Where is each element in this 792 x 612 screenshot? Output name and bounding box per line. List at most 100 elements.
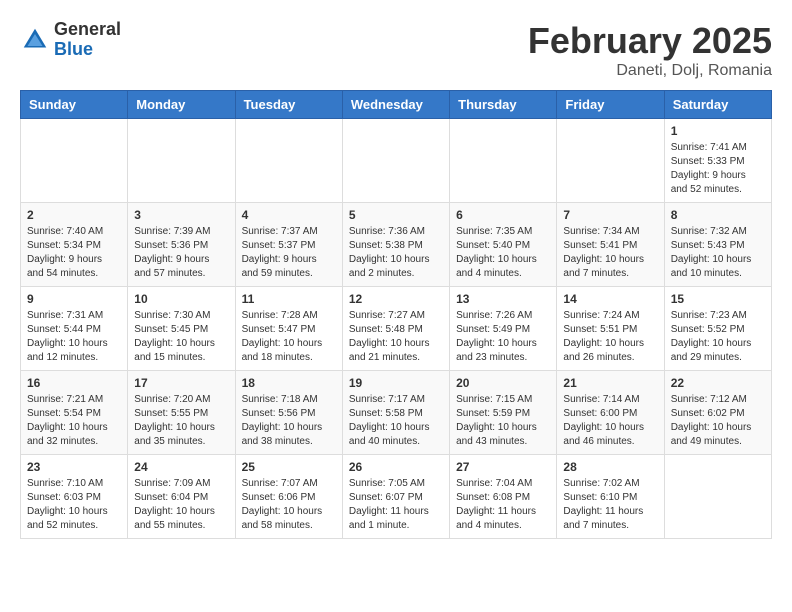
calendar-cell: 25 Sunrise: 7:07 AM Sunset: 6:06 PM Dayli… — [235, 455, 342, 539]
day-number: 9 — [27, 292, 121, 306]
calendar-cell — [235, 119, 342, 203]
weekday-header-monday: Monday — [128, 91, 235, 119]
day-info: Sunrise: 7:23 AM Sunset: 5:52 PM Dayligh… — [671, 309, 765, 365]
day-info: Sunrise: 7:26 AM Sunset: 5:49 PM Dayligh… — [456, 309, 550, 365]
calendar-cell: 18 Sunrise: 7:18 AM Sunset: 5:56 PM Dayli… — [235, 371, 342, 455]
calendar-cell — [664, 455, 771, 539]
calendar-cell: 24 Sunrise: 7:09 AM Sunset: 6:04 PM Dayli… — [128, 455, 235, 539]
day-number: 19 — [349, 376, 443, 390]
calendar-cell: 6Sunrise: 7:35 AM Sunset: 5:40 PM Daylig… — [450, 203, 557, 287]
day-info: Sunrise: 7:02 AM Sunset: 6:10 PM Dayligh… — [563, 477, 657, 533]
calendar-cell: 1 Sunrise: 7:41 AM Sunset: 5:33 PM Daylig… — [664, 119, 771, 203]
calendar-cell: 26 Sunrise: 7:05 AM Sunset: 6:07 PM Dayli… — [342, 455, 449, 539]
day-number: 24 — [134, 460, 228, 474]
calendar-cell: 28 Sunrise: 7:02 AM Sunset: 6:10 PM Dayli… — [557, 455, 664, 539]
day-info: Sunrise: 7:30 AM Sunset: 5:45 PM Dayligh… — [134, 309, 228, 365]
day-info: Sunrise: 7:40 AM Sunset: 5:34 PM Dayligh… — [27, 225, 121, 281]
day-info: Sunrise: 7:37 AM Sunset: 5:37 PM Dayligh… — [242, 225, 336, 281]
calendar-week-row: 2Sunrise: 7:40 AM Sunset: 5:34 PM Daylig… — [21, 203, 772, 287]
day-info: Sunrise: 7:09 AM Sunset: 6:04 PM Dayligh… — [134, 477, 228, 533]
calendar-cell: 10 Sunrise: 7:30 AM Sunset: 5:45 PM Dayli… — [128, 287, 235, 371]
day-info: Sunrise: 7:31 AM Sunset: 5:44 PM Dayligh… — [27, 309, 121, 365]
weekday-header-thursday: Thursday — [450, 91, 557, 119]
day-number: 21 — [563, 376, 657, 390]
calendar-cell: 16 Sunrise: 7:21 AM Sunset: 5:54 PM Dayli… — [21, 371, 128, 455]
day-info: Sunrise: 7:18 AM Sunset: 5:56 PM Dayligh… — [242, 393, 336, 449]
day-info: Sunrise: 7:21 AM Sunset: 5:54 PM Dayligh… — [27, 393, 121, 449]
calendar-cell: 3 Sunrise: 7:39 AM Sunset: 5:36 PM Daylig… — [128, 203, 235, 287]
calendar-cell: 2Sunrise: 7:40 AM Sunset: 5:34 PM Daylig… — [21, 203, 128, 287]
day-info: Sunrise: 7:12 AM Sunset: 6:02 PM Dayligh… — [671, 393, 765, 449]
day-info: Sunrise: 7:10 AM Sunset: 6:03 PM Dayligh… — [27, 477, 121, 533]
weekday-header-saturday: Saturday — [664, 91, 771, 119]
calendar-cell — [450, 119, 557, 203]
day-number: 18 — [242, 376, 336, 390]
weekday-header-wednesday: Wednesday — [342, 91, 449, 119]
calendar-cell: 4 Sunrise: 7:37 AM Sunset: 5:37 PM Daylig… — [235, 203, 342, 287]
day-info: Sunrise: 7:39 AM Sunset: 5:36 PM Dayligh… — [134, 225, 228, 281]
weekday-header-friday: Friday — [557, 91, 664, 119]
day-info: Sunrise: 7:34 AM Sunset: 5:41 PM Dayligh… — [563, 225, 657, 281]
calendar-cell: 13 Sunrise: 7:26 AM Sunset: 5:49 PM Dayli… — [450, 287, 557, 371]
calendar-cell — [128, 119, 235, 203]
logo-blue: Blue — [54, 40, 121, 60]
calendar-cell: 27Sunrise: 7:04 AM Sunset: 6:08 PM Dayli… — [450, 455, 557, 539]
calendar-cell — [21, 119, 128, 203]
day-info: Sunrise: 7:07 AM Sunset: 6:06 PM Dayligh… — [242, 477, 336, 533]
weekday-header-tuesday: Tuesday — [235, 91, 342, 119]
calendar-cell: 8 Sunrise: 7:32 AM Sunset: 5:43 PM Daylig… — [664, 203, 771, 287]
day-info: Sunrise: 7:05 AM Sunset: 6:07 PM Dayligh… — [349, 477, 443, 533]
day-number: 28 — [563, 460, 657, 474]
day-info: Sunrise: 7:28 AM Sunset: 5:47 PM Dayligh… — [242, 309, 336, 365]
day-info: Sunrise: 7:36 AM Sunset: 5:38 PM Dayligh… — [349, 225, 443, 281]
day-info: Sunrise: 7:41 AM Sunset: 5:33 PM Dayligh… — [671, 141, 765, 197]
day-number: 20 — [456, 376, 550, 390]
day-number: 8 — [671, 208, 765, 222]
day-info: Sunrise: 7:32 AM Sunset: 5:43 PM Dayligh… — [671, 225, 765, 281]
weekday-header-sunday: Sunday — [21, 91, 128, 119]
day-number: 11 — [242, 292, 336, 306]
calendar-cell: 12Sunrise: 7:27 AM Sunset: 5:48 PM Dayli… — [342, 287, 449, 371]
day-number: 6 — [456, 208, 550, 222]
logo-general: General — [54, 20, 121, 40]
calendar-week-row: 23 Sunrise: 7:10 AM Sunset: 6:03 PM Dayli… — [21, 455, 772, 539]
calendar-cell: 5 Sunrise: 7:36 AM Sunset: 5:38 PM Daylig… — [342, 203, 449, 287]
calendar-cell: 9 Sunrise: 7:31 AM Sunset: 5:44 PM Daylig… — [21, 287, 128, 371]
day-number: 23 — [27, 460, 121, 474]
calendar-cell: 23 Sunrise: 7:10 AM Sunset: 6:03 PM Dayli… — [21, 455, 128, 539]
calendar-week-row: 16 Sunrise: 7:21 AM Sunset: 5:54 PM Dayli… — [21, 371, 772, 455]
day-info: Sunrise: 7:20 AM Sunset: 5:55 PM Dayligh… — [134, 393, 228, 449]
logo-text: General Blue — [54, 20, 121, 60]
day-info: Sunrise: 7:27 AM Sunset: 5:48 PM Dayligh… — [349, 309, 443, 365]
calendar-cell — [557, 119, 664, 203]
day-number: 14 — [563, 292, 657, 306]
day-info: Sunrise: 7:24 AM Sunset: 5:51 PM Dayligh… — [563, 309, 657, 365]
day-number: 17 — [134, 376, 228, 390]
title-block: February 2025 Daneti, Dolj, Romania — [528, 20, 772, 80]
day-number: 3 — [134, 208, 228, 222]
day-info: Sunrise: 7:14 AM Sunset: 6:00 PM Dayligh… — [563, 393, 657, 449]
day-number: 26 — [349, 460, 443, 474]
day-number: 7 — [563, 208, 657, 222]
day-info: Sunrise: 7:17 AM Sunset: 5:58 PM Dayligh… — [349, 393, 443, 449]
calendar-cell: 7 Sunrise: 7:34 AM Sunset: 5:41 PM Daylig… — [557, 203, 664, 287]
calendar-cell: 19 Sunrise: 7:17 AM Sunset: 5:58 PM Dayli… — [342, 371, 449, 455]
calendar-week-row: 1 Sunrise: 7:41 AM Sunset: 5:33 PM Daylig… — [21, 119, 772, 203]
day-number: 1 — [671, 124, 765, 138]
calendar-cell: 21 Sunrise: 7:14 AM Sunset: 6:00 PM Dayli… — [557, 371, 664, 455]
day-number: 4 — [242, 208, 336, 222]
calendar-cell: 15Sunrise: 7:23 AM Sunset: 5:52 PM Dayli… — [664, 287, 771, 371]
day-number: 5 — [349, 208, 443, 222]
day-number: 16 — [27, 376, 121, 390]
calendar-cell: 11 Sunrise: 7:28 AM Sunset: 5:47 PM Dayli… — [235, 287, 342, 371]
calendar-cell: 22 Sunrise: 7:12 AM Sunset: 6:02 PM Dayli… — [664, 371, 771, 455]
calendar-table: SundayMondayTuesdayWednesdayThursdayFrid… — [20, 90, 772, 539]
logo-icon — [20, 25, 50, 55]
calendar-week-row: 9 Sunrise: 7:31 AM Sunset: 5:44 PM Daylig… — [21, 287, 772, 371]
calendar-cell: 17 Sunrise: 7:20 AM Sunset: 5:55 PM Dayli… — [128, 371, 235, 455]
day-number: 25 — [242, 460, 336, 474]
day-number: 13 — [456, 292, 550, 306]
day-number: 27 — [456, 460, 550, 474]
day-number: 22 — [671, 376, 765, 390]
day-number: 10 — [134, 292, 228, 306]
